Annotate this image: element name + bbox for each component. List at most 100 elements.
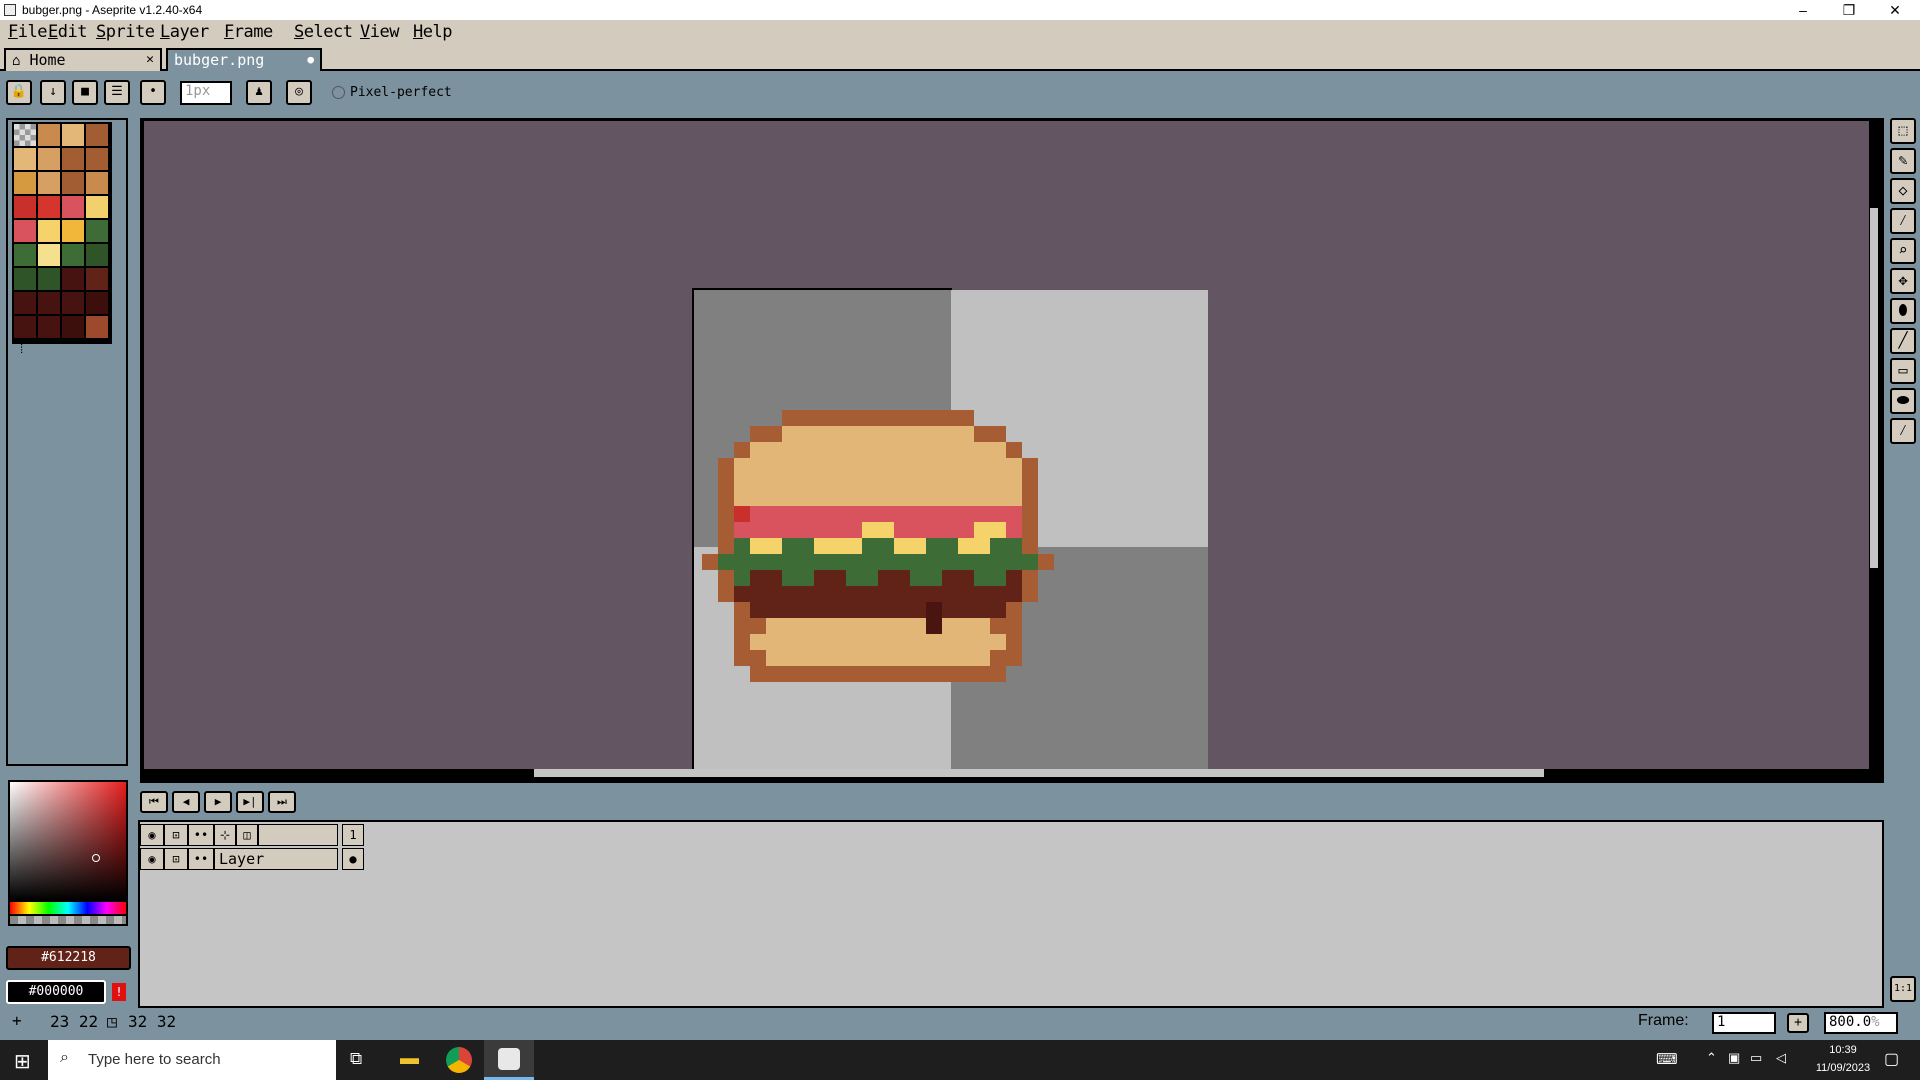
lock-icon[interactable]: ⊡ <box>164 824 188 846</box>
palette-swatch[interactable] <box>14 196 36 218</box>
palette-swatch[interactable] <box>38 244 60 266</box>
notification-icon[interactable]: ▢ <box>1884 1049 1899 1069</box>
one-to-one-button[interactable]: 1:1 <box>1890 976 1916 1002</box>
palette-swatch[interactable] <box>14 172 36 194</box>
chrome-icon[interactable] <box>446 1047 472 1073</box>
palette-swatch[interactable] <box>62 220 84 242</box>
paint-bucket-icon[interactable]: ⬮ <box>1890 298 1916 324</box>
menu-select[interactable]: Select <box>294 22 353 42</box>
continuous-icon[interactable]: •• <box>188 824 214 846</box>
clock-date[interactable]: 11/09/2023 <box>1800 1062 1886 1074</box>
task-view-icon[interactable]: ⧉ <box>350 1049 362 1069</box>
contour-icon[interactable]: ⬬ <box>1890 388 1916 414</box>
palette-swatch[interactable] <box>86 148 108 170</box>
zoom-icon[interactable]: ⌕ <box>1890 238 1916 264</box>
eye-icon[interactable]: ◉ <box>140 824 164 846</box>
menu-edit[interactable]: Edit <box>48 22 87 42</box>
palette-swatch[interactable] <box>14 148 36 170</box>
tab-close-icon[interactable]: ✕ <box>146 50 154 70</box>
volume-icon[interactable]: ◁ <box>1776 1050 1786 1066</box>
background-color-button[interactable]: #000000 <box>6 980 106 1004</box>
palette-swatch[interactable] <box>62 292 84 314</box>
palette-swatch[interactable] <box>86 196 108 218</box>
palette-swatch[interactable] <box>86 244 108 266</box>
rectangle-icon[interactable]: ▭ <box>1890 358 1916 384</box>
palette-swatch[interactable] <box>14 244 36 266</box>
pencil-icon[interactable]: ✎ <box>1890 148 1916 174</box>
palette-swatch[interactable] <box>86 268 108 290</box>
close-button[interactable]: ✕ <box>1872 0 1918 20</box>
next-frame-button[interactable]: ▶| <box>236 791 264 813</box>
brush-type-button[interactable]: • <box>140 80 166 105</box>
keyboard-icon[interactable]: ⌨ <box>1656 1050 1678 1068</box>
palette-swatch[interactable] <box>14 268 36 290</box>
layer-lock-icon[interactable]: ⊡ <box>164 848 188 870</box>
palette-swatch[interactable] <box>62 316 84 338</box>
menu-frame[interactable]: Frame <box>224 22 273 42</box>
menu-sprite[interactable]: Sprite <box>96 22 155 42</box>
menu-file[interactable]: File <box>8 22 47 42</box>
meet-icon[interactable]: ▣ <box>1728 1050 1740 1066</box>
pixel-perfect-checkbox[interactable] <box>332 86 345 99</box>
horizontal-scrollbar[interactable] <box>534 769 1544 777</box>
palette-swatch[interactable] <box>14 220 36 242</box>
palette-swatch[interactable] <box>14 292 36 314</box>
palette-swatch[interactable] <box>38 268 60 290</box>
last-frame-button[interactable]: ⏭ <box>268 791 296 813</box>
palette-swatch[interactable] <box>14 124 36 146</box>
frame-input[interactable]: 1 <box>1712 1012 1776 1034</box>
previous-frame-button[interactable]: ◀ <box>172 791 200 813</box>
layer-visibility-icon[interactable]: ◉ <box>140 848 164 870</box>
palette-swatch[interactable] <box>38 148 60 170</box>
frame-header[interactable]: 1 <box>342 824 364 846</box>
zoom-input[interactable]: 800.0% <box>1824 1012 1898 1034</box>
stop-icon[interactable]: ■ <box>72 80 98 105</box>
link-icon[interactable]: ⊹ <box>214 824 236 846</box>
network-icon[interactable]: ▭ <box>1750 1050 1762 1066</box>
palette-swatch[interactable] <box>62 268 84 290</box>
clock-time[interactable]: 10:39 <box>1808 1044 1878 1056</box>
layer-name[interactable]: Layer <box>214 848 338 870</box>
palette-swatch[interactable] <box>38 220 60 242</box>
palette-swatch[interactable] <box>62 172 84 194</box>
layer-continuous-icon[interactable]: •• <box>188 848 214 870</box>
eyedropper-icon[interactable]: ⁄ <box>1890 208 1916 234</box>
palette-swatch[interactable] <box>62 124 84 146</box>
line-icon[interactable]: ╱ <box>1890 328 1916 354</box>
eraser-icon[interactable]: ◇ <box>1890 178 1916 204</box>
tab-bubger[interactable]: bubger.png ● <box>166 48 322 71</box>
palette-swatch[interactable] <box>86 172 108 194</box>
taskbar-search[interactable]: ⌕ Type here to search <box>48 1040 336 1080</box>
symmetry-icon[interactable]: ◎ <box>286 80 312 105</box>
palette-swatch[interactable] <box>62 196 84 218</box>
add-frame-button[interactable]: + <box>1787 1013 1809 1033</box>
cel-icon[interactable]: ● <box>342 848 364 870</box>
color-spectrum[interactable] <box>8 780 128 902</box>
foreground-color-button[interactable]: #612218 <box>6 946 131 970</box>
play-button[interactable]: ▶ <box>204 791 232 813</box>
menu-icon[interactable]: ☰ <box>104 80 130 105</box>
restore-button[interactable]: ❐ <box>1826 0 1872 20</box>
palette-swatch[interactable] <box>38 292 60 314</box>
hue-slider[interactable] <box>8 902 128 916</box>
ink-icon[interactable]: ♟ <box>246 80 272 105</box>
minimize-button[interactable]: – <box>1780 0 1826 20</box>
sprite-canvas[interactable] <box>694 290 1208 769</box>
modified-dot-icon[interactable]: ● <box>307 50 314 70</box>
palette-swatch[interactable] <box>86 316 108 338</box>
palette-swatch[interactable] <box>38 316 60 338</box>
palette-swatch[interactable] <box>14 316 36 338</box>
windows-start-icon[interactable]: ⊞ <box>14 1049 31 1074</box>
vertical-scrollbar[interactable] <box>1870 208 1878 568</box>
menu-layer[interactable]: Layer <box>160 22 209 42</box>
palette-options-icon[interactable]: ⁞ <box>18 342 25 357</box>
lock-icon[interactable]: 🔒 <box>6 80 32 105</box>
palette-swatch[interactable] <box>86 220 108 242</box>
palette-swatch[interactable] <box>86 124 108 146</box>
blur-icon[interactable]: ⁄ <box>1890 418 1916 444</box>
onion-icon[interactable]: ◫ <box>236 824 258 846</box>
menu-help[interactable]: Help <box>413 22 452 42</box>
alpha-slider[interactable] <box>8 916 128 926</box>
palette-swatch[interactable] <box>38 196 60 218</box>
rectangular-marquee-icon[interactable]: ⬚ <box>1890 118 1916 144</box>
